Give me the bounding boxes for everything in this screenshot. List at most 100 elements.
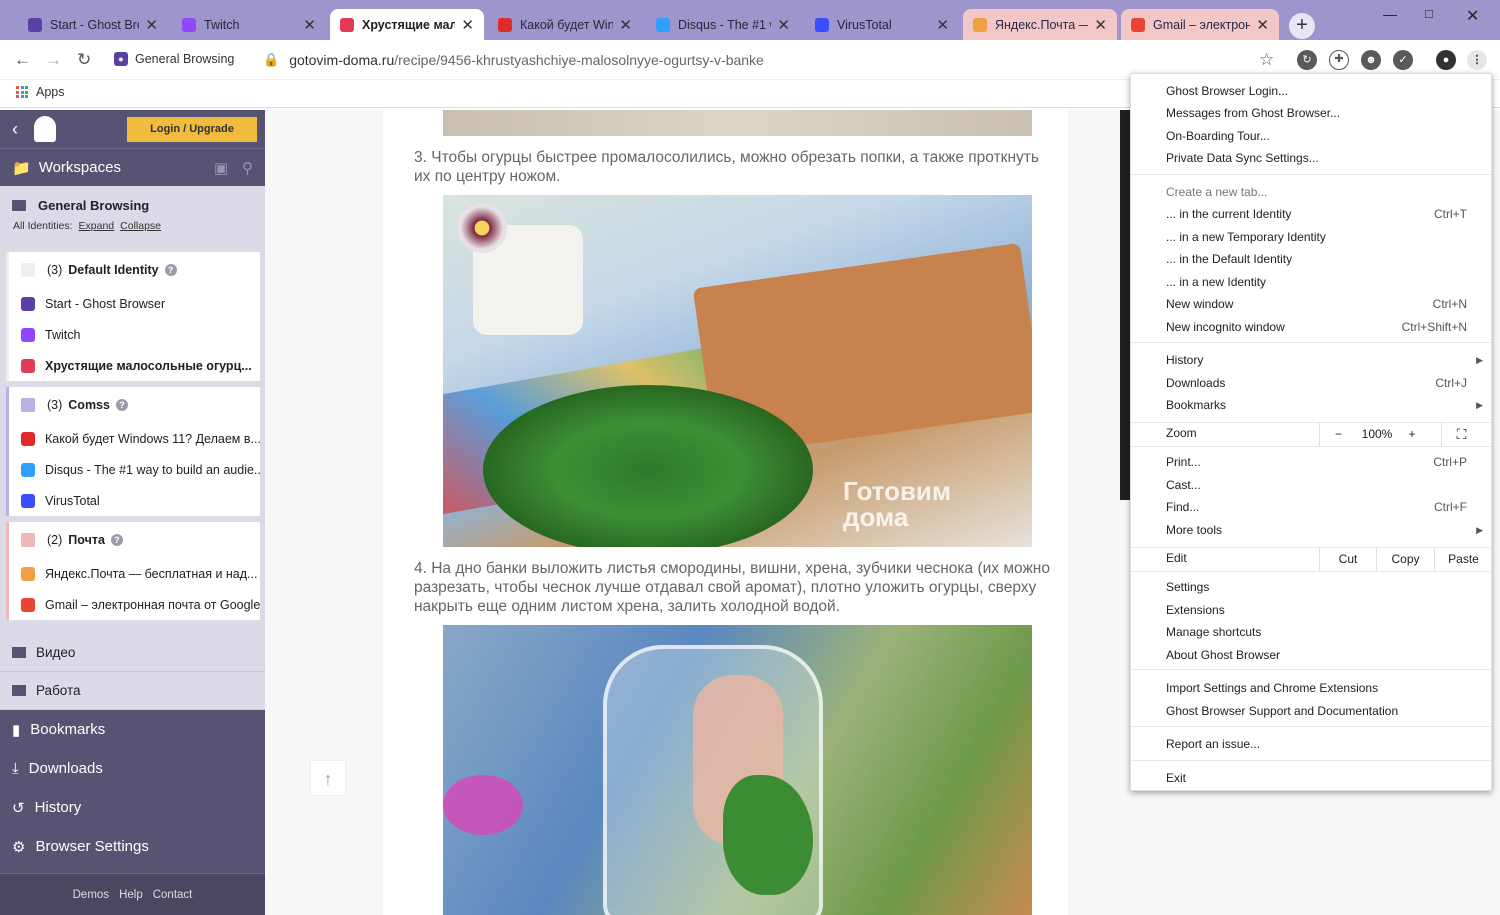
- extension-crosshair-icon[interactable]: ✚: [1329, 50, 1349, 70]
- address-bar[interactable]: 🔒 gotovim-doma.ru/recipe/9456-khrustyash…: [255, 46, 1285, 74]
- zoom-out-button[interactable]: −: [1319, 423, 1357, 446]
- profile-avatar-icon[interactable]: ●: [1436, 50, 1456, 70]
- menu-item-about-ghost-browser[interactable]: About Ghost Browser: [1166, 645, 1467, 665]
- menu-item-in-a-new-identity[interactable]: ... in a new Identity: [1166, 272, 1467, 292]
- menu-item-new-window[interactable]: New window Ctrl+N: [1166, 294, 1467, 314]
- extension-refresh-icon[interactable]: ↻: [1297, 50, 1317, 70]
- back-button[interactable]: ←: [14, 50, 31, 70]
- collapse-sidebar-icon[interactable]: ‹: [12, 119, 18, 140]
- contact-link[interactable]: Contact: [153, 889, 193, 901]
- help-icon[interactable]: ?: [110, 534, 123, 546]
- workspaces-header[interactable]: 📁 Workspaces ▣ ⚲: [0, 148, 265, 186]
- identity-tab-item[interactable]: Start - Ghost Browser: [9, 288, 260, 319]
- menu-item-messages-from-ghost-browser[interactable]: Messages from Ghost Browser...: [1166, 103, 1467, 123]
- close-tab-icon[interactable]: ✕: [145, 16, 158, 34]
- menu-item-print[interactable]: Print... Ctrl+P: [1166, 452, 1467, 472]
- identity-tab-item[interactable]: Twitch: [9, 319, 260, 350]
- menu-item-ghost-browser-support-and-documentation[interactable]: Ghost Browser Support and Documentation: [1166, 701, 1467, 721]
- menu-kebab-icon[interactable]: ⋮: [1467, 50, 1487, 70]
- nav-downloads[interactable]: ⤓ Downloads: [0, 749, 265, 788]
- minimize-button[interactable]: —: [1383, 6, 1397, 22]
- login-upgrade-button[interactable]: Login / Upgrade: [127, 117, 257, 142]
- identity-tab-item[interactable]: Хрустящие малосольные огурц...: [9, 350, 260, 381]
- identity-tab-item[interactable]: Какой будет Windows 11? Делаем в...: [9, 423, 260, 454]
- tab-windows-news[interactable]: Какой будет Windows 11? Делаем ✕: [488, 9, 642, 40]
- menu-item-history[interactable]: History ▶: [1166, 350, 1483, 370]
- menu-item-in-the-default-identity[interactable]: ... in the Default Identity: [1166, 249, 1467, 269]
- tab-title: Disqus - The #1 way to build: [678, 17, 771, 32]
- forward-button[interactable]: →: [45, 50, 62, 70]
- menu-item-ghost-browser-login[interactable]: Ghost Browser Login...: [1166, 81, 1467, 101]
- paste-button[interactable]: Paste: [1434, 548, 1492, 571]
- menu-item-more-tools[interactable]: More tools ▶: [1166, 520, 1483, 540]
- identity-header[interactable]: (2) Почта?: [9, 522, 260, 558]
- apps-shortcut[interactable]: Apps: [16, 85, 65, 99]
- tab-virustotal[interactable]: VirusTotal ✕: [805, 9, 959, 40]
- menu-item-in-a-new-temporary-identity[interactable]: ... in a new Temporary Identity: [1166, 227, 1467, 247]
- menu-item-report-an-issue[interactable]: Report an issue...: [1166, 734, 1467, 754]
- menu-item-new-incognito-window[interactable]: New incognito window Ctrl+Shift+N: [1166, 317, 1467, 337]
- menu-item-find[interactable]: Find... Ctrl+F: [1166, 497, 1467, 517]
- menu-item-downloads[interactable]: Downloads Ctrl+J: [1166, 373, 1467, 393]
- identity-selector[interactable]: ● General Browsing: [114, 52, 234, 66]
- tab-gotovim[interactable]: Хрустящие малосольные огурцы ✕: [330, 9, 484, 40]
- close-tab-icon[interactable]: ✕: [1256, 16, 1269, 34]
- zoom-row: Zoom − 100% + ⛶: [1131, 423, 1491, 446]
- menu-item-exit[interactable]: Exit: [1166, 768, 1467, 788]
- tab-gmail[interactable]: Gmail – электронная почта от Google ✕: [1121, 9, 1279, 40]
- star-icon[interactable]: ☆: [1259, 50, 1274, 70]
- close-tab-icon[interactable]: ✕: [303, 16, 316, 34]
- tab-title: Gmail – электронная почта от Google: [1153, 17, 1251, 32]
- fullscreen-icon[interactable]: ⛶: [1441, 423, 1481, 446]
- scroll-to-top-button[interactable]: ↑: [310, 760, 346, 796]
- close-window-button[interactable]: ✕: [1466, 6, 1479, 26]
- identity-header[interactable]: (3) Default Identity?: [9, 252, 260, 288]
- menu-item-manage-shortcuts[interactable]: Manage shortcuts: [1166, 622, 1467, 642]
- extension-face-icon[interactable]: ☻: [1361, 50, 1381, 70]
- tab-ghost[interactable]: Start - Ghost Browser ✕: [18, 9, 168, 40]
- menu-item-on-boarding-tour[interactable]: On-Boarding Tour...: [1166, 126, 1467, 146]
- menu-item-bookmarks[interactable]: Bookmarks ▶: [1166, 395, 1483, 415]
- identity-tab-item[interactable]: VirusTotal: [9, 485, 260, 516]
- search-icon[interactable]: ⚲: [242, 159, 253, 177]
- close-tab-icon[interactable]: ✕: [936, 16, 949, 34]
- folder-work[interactable]: Работа: [0, 672, 265, 710]
- tab-disqus[interactable]: Disqus - The #1 way to build ✕: [646, 9, 800, 40]
- demos-link[interactable]: Demos: [73, 889, 109, 901]
- reload-button[interactable]: ↻: [77, 50, 91, 70]
- collapse-link[interactable]: Collapse: [120, 220, 161, 232]
- tab-twitch[interactable]: Twitch ✕: [172, 9, 326, 40]
- identity-header[interactable]: (3) Comss?: [9, 387, 260, 423]
- add-folder-icon[interactable]: ▣: [214, 159, 228, 177]
- folder-video[interactable]: Видео: [0, 634, 265, 672]
- menu-item-private-data-sync-settings[interactable]: Private Data Sync Settings...: [1166, 148, 1467, 168]
- workspace-title[interactable]: General Browsing: [0, 186, 265, 213]
- close-tab-icon[interactable]: ✕: [777, 16, 790, 34]
- nav-history[interactable]: ↺ History: [0, 788, 265, 827]
- close-tab-icon[interactable]: ✕: [1094, 16, 1107, 34]
- menu-item-in-the-current-identity[interactable]: ... in the current Identity Ctrl+T: [1166, 204, 1467, 224]
- menu-item-cast[interactable]: Cast...: [1166, 475, 1467, 495]
- menu-item-settings[interactable]: Settings: [1166, 577, 1467, 597]
- identity-tab-item[interactable]: Gmail – электронная почта от Google: [9, 589, 260, 620]
- expand-link[interactable]: Expand: [79, 220, 115, 232]
- identity-tab-item[interactable]: Яндекс.Почта — бесплатная и над...: [9, 558, 260, 589]
- maximize-button[interactable]: □: [1425, 6, 1433, 21]
- new-tab-button[interactable]: +: [1289, 13, 1315, 39]
- nav-bookmarks[interactable]: ▮ Bookmarks: [0, 710, 265, 749]
- menu-item-import-settings-and-chrome-extensions[interactable]: Import Settings and Chrome Extensions: [1166, 678, 1467, 698]
- help-icon[interactable]: ?: [115, 399, 128, 411]
- close-tab-icon[interactable]: ✕: [461, 16, 474, 34]
- tab-yandex-mail[interactable]: Яндекс.Почта — бесплатная ✕: [963, 9, 1117, 40]
- menu-item-extensions[interactable]: Extensions: [1166, 600, 1467, 620]
- tab-title: Какой будет Windows 11? Делаем: [520, 17, 614, 32]
- zoom-in-button[interactable]: +: [1397, 423, 1427, 446]
- identity-tab-item[interactable]: Disqus - The #1 way to build an audie...: [9, 454, 260, 485]
- help-icon[interactable]: ?: [164, 264, 177, 276]
- nav-browser-settings[interactable]: ⚙ Browser Settings: [0, 827, 265, 866]
- copy-button[interactable]: Copy: [1376, 548, 1434, 571]
- help-link[interactable]: Help: [119, 889, 143, 901]
- extension-check-icon[interactable]: ✓: [1393, 50, 1413, 70]
- close-tab-icon[interactable]: ✕: [619, 16, 632, 34]
- cut-button[interactable]: Cut: [1319, 548, 1376, 571]
